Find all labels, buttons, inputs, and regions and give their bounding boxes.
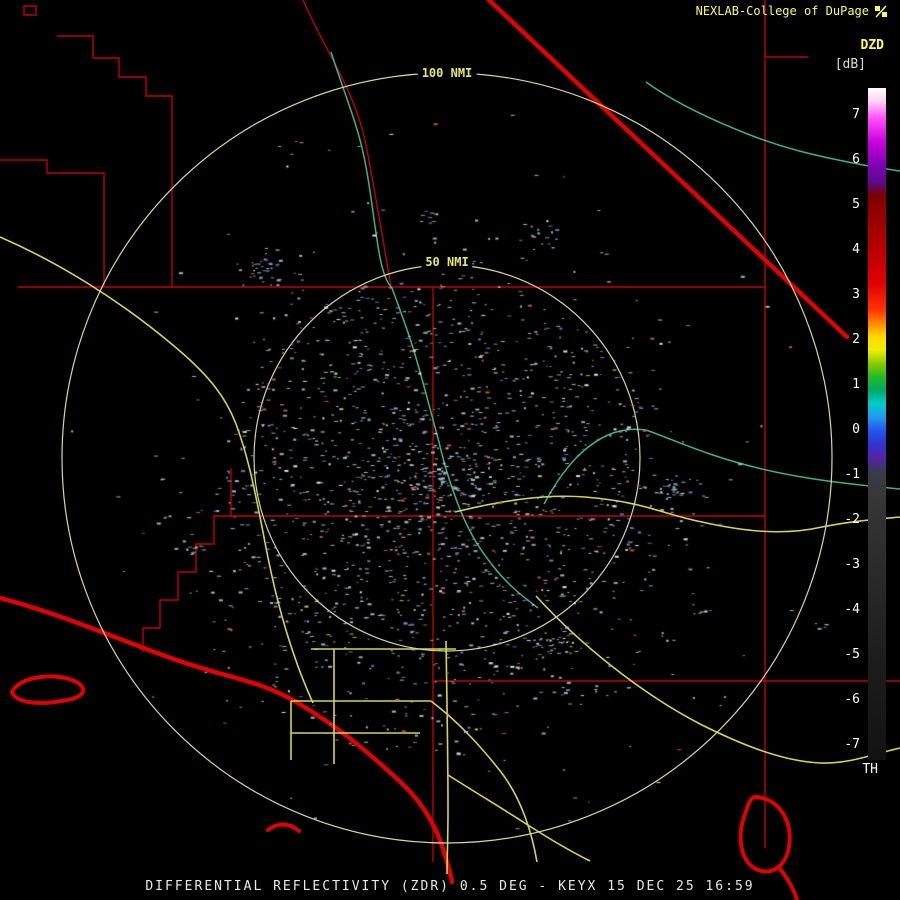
colorbar-tick: 7 [852, 107, 860, 122]
colorbar-tick: 1 [852, 377, 860, 392]
colorbar-tick: -3 [844, 557, 860, 572]
colorbar-tick: 5 [852, 197, 860, 212]
colorbar-tick: -1 [844, 467, 860, 482]
colorbar-tick: 2 [852, 332, 860, 347]
nexlab-logo-icon [875, 4, 887, 18]
colorbar-tick: -2 [844, 512, 860, 527]
colorbar-tick: -7 [844, 737, 860, 752]
credit-line: NEXLAB-College of DuPage [696, 4, 888, 18]
product-code-label: DZD [860, 38, 884, 53]
units-label: [dB] [834, 57, 866, 72]
colorbar-tick: 0 [852, 422, 860, 437]
radar-echo-layer [0, 0, 900, 900]
status-bar: DIFFERENTIAL REFLECTIVITY (ZDR) 0.5 DEG … [145, 879, 755, 894]
range-ring-label-100: 100 NMI [417, 66, 477, 80]
colorbar-tick: 6 [852, 152, 860, 167]
colorbar-tick: 3 [852, 287, 860, 302]
threshold-label: TH [862, 762, 878, 777]
colorbar-tick: -5 [844, 647, 860, 662]
credit-text: NEXLAB-College of DuPage [695, 4, 869, 18]
colorbar [868, 88, 886, 760]
range-ring-label-50: 50 NMI [421, 255, 473, 269]
colorbar-tick: -4 [844, 602, 860, 617]
radar-display: NEXLAB-College of DuPage DZD [dB] 7 6 5 … [0, 0, 900, 900]
colorbar-tick: 4 [852, 242, 860, 257]
colorbar-tick: -6 [844, 692, 860, 707]
